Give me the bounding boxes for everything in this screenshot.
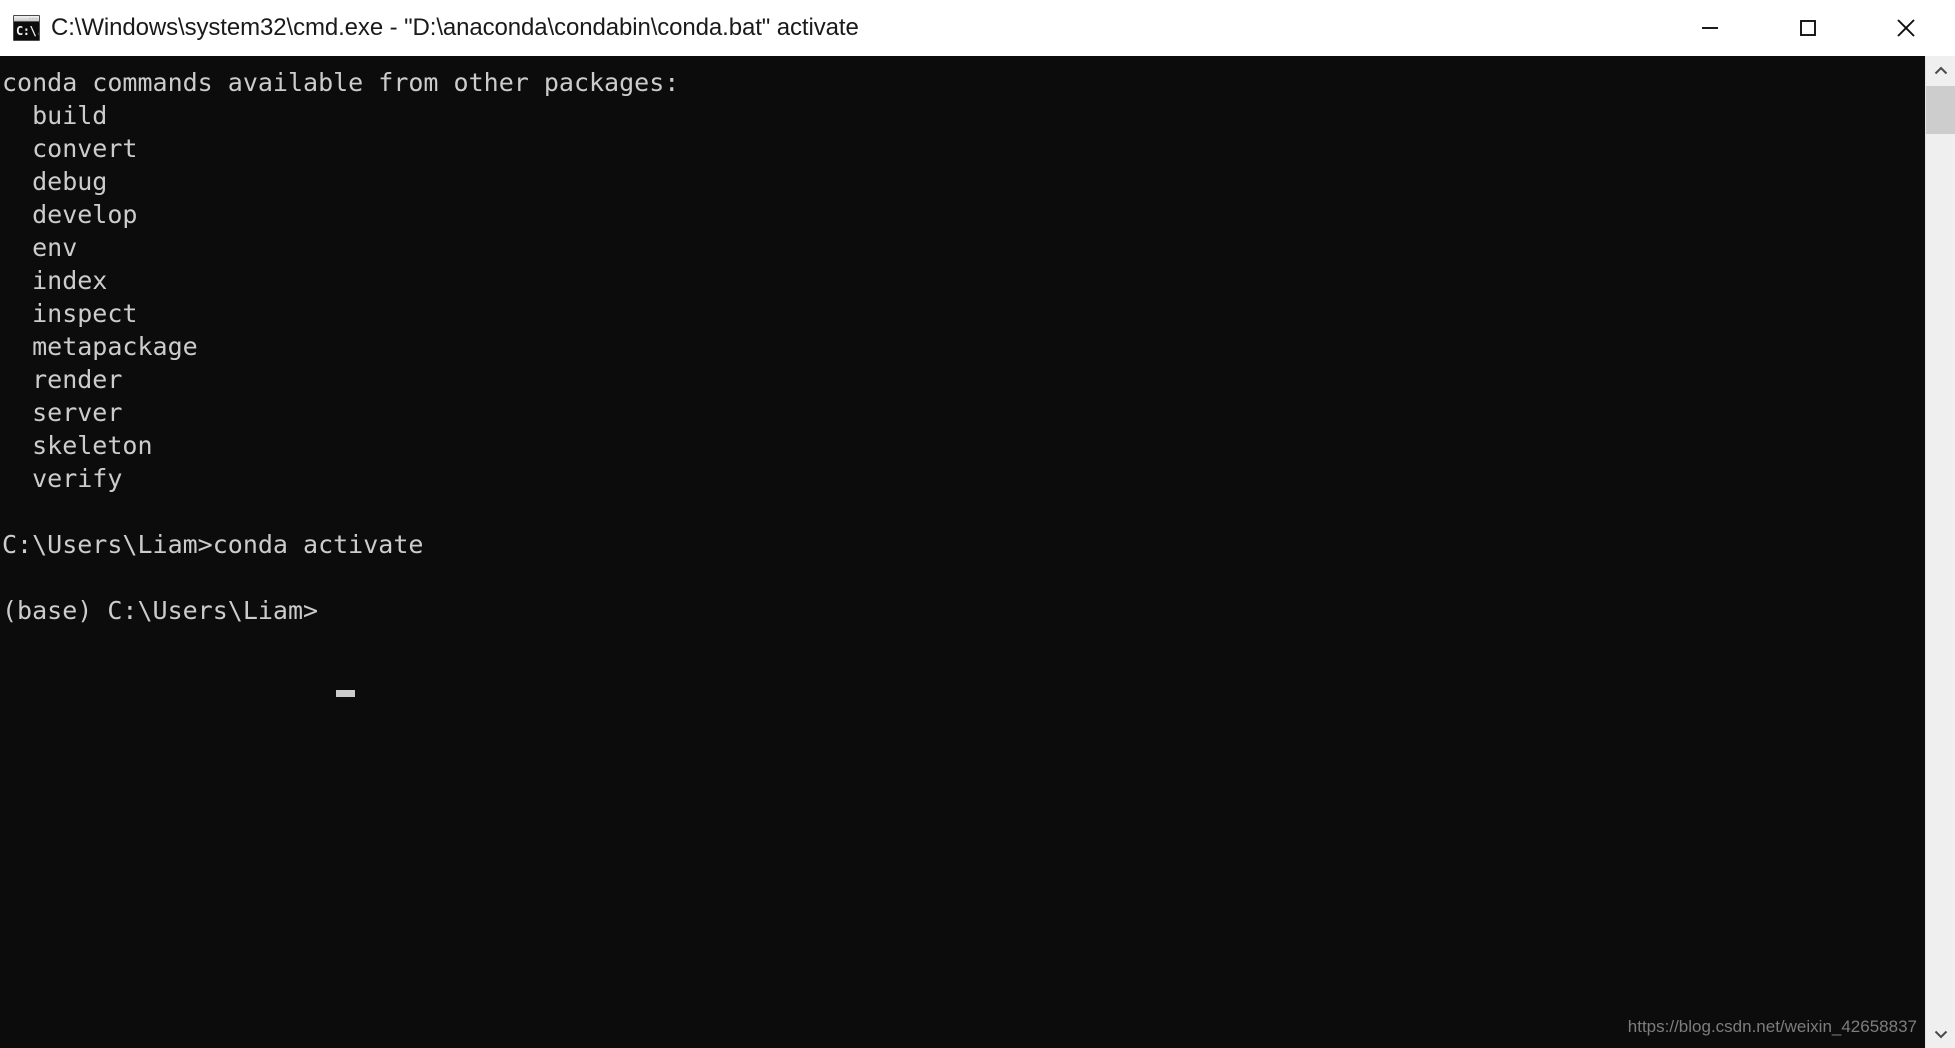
window-controls: [1661, 0, 1955, 56]
cmd-icon-prompt-glyph: C:\.: [16, 24, 39, 38]
cmd-exe-icon: ··· C:\.: [13, 15, 40, 41]
minimize-button[interactable]: [1661, 0, 1759, 56]
maximize-icon: [1800, 20, 1816, 36]
close-icon: [1897, 19, 1915, 37]
minimize-icon: [1702, 27, 1718, 29]
vertical-scrollbar[interactable]: [1925, 56, 1955, 1048]
cmd-window: ··· C:\. C:\Windows\system32\cmd.exe - "…: [0, 0, 1955, 1048]
console-text: conda commands available from other pack…: [2, 68, 680, 625]
chevron-down-icon: [1934, 1030, 1947, 1038]
text-cursor: [336, 690, 355, 697]
scrollbar-track[interactable]: [1926, 85, 1955, 1019]
window-title: C:\Windows\system32\cmd.exe - "D:\anacon…: [51, 14, 859, 41]
maximize-button[interactable]: [1759, 0, 1857, 56]
title-bar[interactable]: ··· C:\. C:\Windows\system32\cmd.exe - "…: [0, 0, 1955, 56]
title-bar-left: ··· C:\. C:\Windows\system32\cmd.exe - "…: [0, 13, 1661, 43]
chevron-up-icon: [1934, 66, 1947, 74]
scrollbar-thumb[interactable]: [1926, 86, 1955, 134]
cmd-icon-dots: ···: [29, 16, 38, 22]
close-button[interactable]: [1857, 0, 1955, 56]
console-output-area[interactable]: conda commands available from other pack…: [0, 56, 1925, 1048]
scroll-up-button[interactable]: [1926, 56, 1955, 85]
scroll-down-button[interactable]: [1926, 1019, 1955, 1048]
watermark-url: https://blog.csdn.net/weixin_42658837: [1627, 1017, 1917, 1036]
